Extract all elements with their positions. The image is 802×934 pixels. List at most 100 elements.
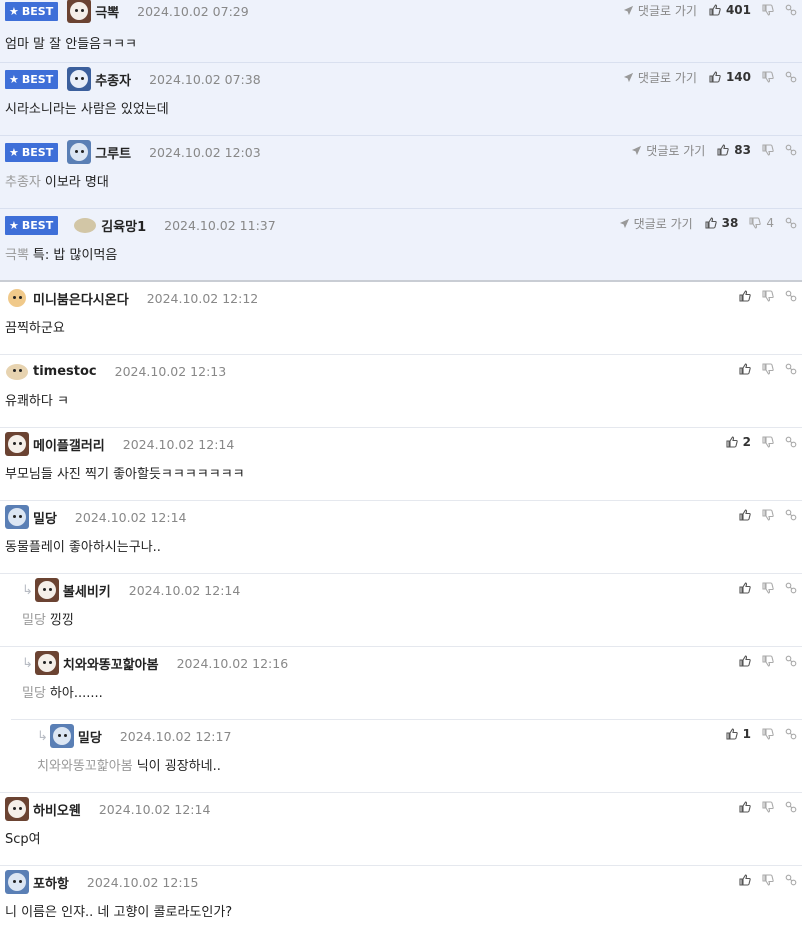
link-button[interactable] — [785, 582, 797, 594]
reply-mention[interactable]: 밀당 — [22, 613, 46, 628]
reply-mention[interactable]: 추종자 — [5, 175, 41, 190]
avatar[interactable] — [49, 724, 74, 748]
comment-author[interactable]: 메이플갤러리 — [33, 435, 105, 454]
go-to-reply-link[interactable]: 댓글로 가기 — [619, 215, 693, 232]
comment-author[interactable]: 포하항 — [33, 873, 69, 892]
like-button[interactable] — [739, 655, 751, 667]
avatar[interactable] — [67, 0, 92, 23]
like-button[interactable] — [739, 874, 751, 886]
comment-author[interactable]: 극뽁 — [95, 2, 119, 21]
like-button[interactable]: 83 — [717, 143, 751, 157]
reply-mention[interactable]: 밀당 — [22, 686, 46, 701]
link-button[interactable] — [785, 728, 797, 740]
dislike-button[interactable] — [762, 436, 774, 448]
avatar[interactable] — [5, 359, 29, 383]
link-button[interactable] — [785, 436, 797, 448]
avatar[interactable] — [67, 67, 92, 91]
avatar[interactable] — [5, 286, 29, 310]
like-button[interactable]: 2 — [726, 435, 751, 449]
link-button[interactable] — [785, 290, 797, 302]
link-button[interactable] — [785, 4, 797, 16]
avatar[interactable] — [73, 213, 97, 237]
comment-author[interactable]: timestoc — [33, 364, 97, 379]
go-to-reply-link[interactable]: 댓글로 가기 — [623, 2, 697, 19]
dislike-button[interactable] — [762, 144, 774, 156]
like-button[interactable] — [739, 363, 751, 375]
dislike-button[interactable] — [762, 801, 774, 813]
dislike-button[interactable] — [762, 655, 774, 667]
dislike-button[interactable] — [762, 582, 774, 594]
like-button[interactable] — [739, 582, 751, 594]
thumbs-up-icon — [739, 801, 751, 813]
best-badge: ★ BEST — [5, 1, 59, 21]
comment-author[interactable]: 밀당 — [33, 508, 57, 527]
comment-actions: 댓글로 가기 140 — [623, 65, 797, 89]
comment-text: 치와와똥꼬핥아봄 닉이 굉장하네.. — [37, 759, 221, 774]
comment-author[interactable]: 치와와똥꼬핥아봄 — [63, 654, 159, 673]
thumbs-up-icon — [739, 655, 751, 667]
avatar[interactable] — [5, 505, 29, 529]
like-button[interactable]: 140 — [709, 70, 751, 84]
thumbs-up-icon — [709, 71, 721, 83]
link-button[interactable] — [785, 509, 797, 521]
link-button[interactable] — [785, 217, 797, 229]
link-button[interactable] — [785, 801, 797, 813]
comment: 메이플갤러리 2024.10.02 12:14 부모님들 사진 찍기 좋아할듯ㅋ… — [0, 428, 802, 501]
avatar[interactable] — [34, 651, 59, 675]
avatar[interactable] — [67, 140, 92, 164]
link-button[interactable] — [785, 874, 797, 886]
avatar[interactable] — [5, 797, 29, 821]
dislike-button[interactable]: 4 — [749, 216, 774, 230]
reply-comment: ↳ 볼세비키 2024.10.02 12:14 밀당 낑낑 — [0, 574, 802, 647]
comment-text: 밀당 하아....... — [22, 686, 103, 701]
dislike-button[interactable] — [762, 290, 774, 302]
like-button[interactable]: 38 — [705, 216, 738, 230]
star-icon: ★ — [9, 218, 19, 232]
link-button[interactable] — [785, 363, 797, 375]
comment-author[interactable]: 하비오웬 — [33, 800, 81, 819]
comment-date: 2024.10.02 12:03 — [149, 144, 261, 160]
avatar[interactable] — [5, 432, 29, 456]
link-icon — [785, 4, 797, 16]
link-button[interactable] — [785, 71, 797, 83]
dislike-button[interactable] — [762, 728, 774, 740]
reply-mention[interactable]: 극뽁 — [5, 248, 29, 263]
like-button[interactable] — [739, 509, 751, 521]
link-button[interactable] — [785, 144, 797, 156]
comment-author[interactable]: 볼세비키 — [63, 581, 111, 600]
go-to-reply-link[interactable]: 댓글로 가기 — [631, 142, 705, 159]
avatar[interactable] — [5, 870, 29, 894]
thumbs-up-icon — [739, 582, 751, 594]
comment-author[interactable]: 김육망1 — [101, 216, 146, 235]
thumbs-up-icon — [726, 728, 738, 740]
dislike-button[interactable] — [762, 509, 774, 521]
link-icon — [785, 874, 797, 886]
comment-date: 2024.10.02 12:12 — [146, 290, 259, 306]
best-comment: ★ BEST 김육망1 2024.10.02 11:37 극뽁 특: 밥 많이먹음 … — [0, 209, 802, 282]
star-icon: ★ — [9, 4, 19, 18]
like-count: 2 — [742, 435, 751, 449]
comment-text: 유쾌하다 ㅋ — [5, 394, 69, 409]
go-to-reply-link[interactable]: 댓글로 가기 — [623, 69, 697, 86]
comment-author[interactable]: 미니붐은다시온다 — [33, 289, 129, 308]
comment-author[interactable]: 그루트 — [95, 143, 131, 162]
comment-text: 부모님들 사진 찍기 좋아할듯ㅋㅋㅋㅋㅋㅋㅋ — [5, 467, 245, 482]
like-button[interactable] — [739, 290, 751, 302]
comment-author[interactable]: 밀당 — [78, 727, 102, 746]
dislike-button[interactable] — [762, 363, 774, 375]
dislike-button[interactable] — [762, 874, 774, 886]
like-button[interactable]: 1 — [726, 727, 751, 741]
reply-mention[interactable]: 치와와똥꼬핥아봄 — [37, 759, 133, 774]
comment-actions: 댓글로 가기 38 4 — [619, 211, 797, 235]
link-icon — [785, 582, 797, 594]
comment-meta: ↳ 볼세비키 2024.10.02 12:14 — [22, 577, 240, 603]
like-button[interactable] — [739, 801, 751, 813]
like-button[interactable]: 401 — [709, 3, 751, 17]
dislike-button[interactable] — [762, 71, 774, 83]
comment-author[interactable]: 추종자 — [95, 70, 131, 89]
link-button[interactable] — [785, 655, 797, 667]
link-icon — [785, 144, 797, 156]
dislike-button[interactable] — [762, 4, 774, 16]
avatar[interactable] — [34, 578, 59, 602]
thumbs-down-icon — [762, 801, 774, 813]
